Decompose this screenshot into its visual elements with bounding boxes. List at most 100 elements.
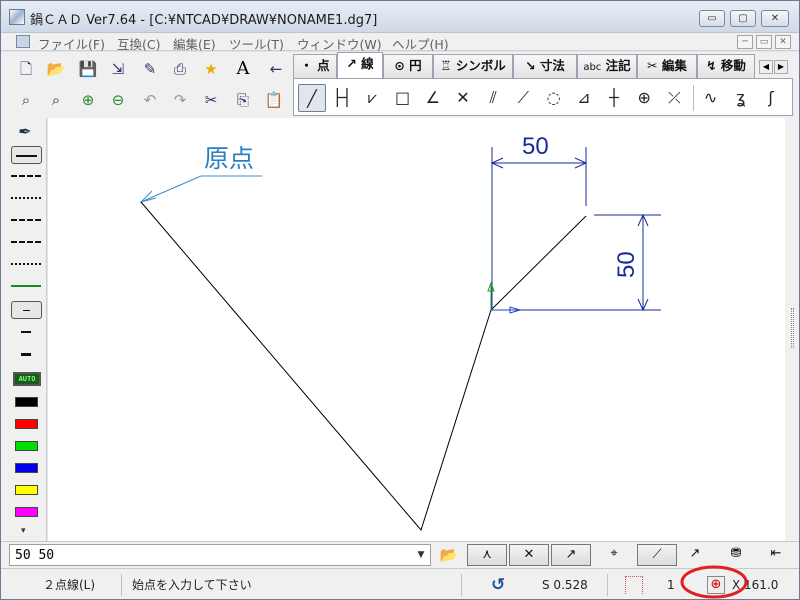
edit-icon: ✂ bbox=[647, 58, 658, 73]
tab-line[interactable]: ↗ 線 bbox=[337, 52, 383, 78]
circle-tangent-icon[interactable]: ◌ bbox=[540, 84, 568, 112]
tab-edit[interactable]: ✂ 編集 bbox=[637, 54, 697, 78]
wizard-icon[interactable]: ✎ bbox=[139, 58, 161, 80]
color-yellow-swatch[interactable] bbox=[15, 485, 38, 495]
freehand-icon[interactable]: ʃ bbox=[757, 84, 785, 112]
zoom-in-icon[interactable]: ⊕ bbox=[77, 89, 99, 111]
color-green-swatch[interactable] bbox=[15, 441, 38, 451]
back-arrow-icon[interactable]: ← bbox=[265, 58, 287, 80]
line-style-fine-dot-button[interactable] bbox=[11, 263, 41, 265]
parallel-line-icon[interactable]: ⫽ bbox=[479, 84, 507, 112]
center-mark-icon[interactable]: ⊕ bbox=[630, 84, 658, 112]
curve-icon[interactable]: ∿ bbox=[697, 84, 725, 112]
export-icon[interactable]: ⇲ bbox=[107, 58, 129, 80]
line-width-medium-button[interactable] bbox=[21, 331, 31, 333]
zoom-fit-icon[interactable]: ⌕ bbox=[45, 89, 67, 111]
color-magenta-swatch[interactable] bbox=[15, 507, 38, 517]
menu-tools[interactable]: ツール(T) bbox=[229, 34, 284, 53]
tab-dimension[interactable]: ↘ 寸法 bbox=[513, 54, 577, 78]
drawing-canvas[interactable]: 原点 50 50 bbox=[48, 118, 785, 541]
snap-onpoint-icon[interactable]: ↗ bbox=[551, 544, 591, 566]
color-black-swatch[interactable] bbox=[15, 397, 38, 407]
line-style-solid-button[interactable] bbox=[11, 146, 42, 164]
document-icon[interactable] bbox=[16, 35, 30, 48]
snap-midpoint-icon[interactable]: ⟋ bbox=[637, 544, 677, 566]
tab-scroll-right-icon[interactable]: ▶ bbox=[774, 60, 788, 74]
spline-icon[interactable]: ʓ bbox=[727, 84, 755, 112]
tangent-line-icon[interactable]: ⟋ bbox=[509, 84, 537, 112]
snap-intersection-icon[interactable]: ✕ bbox=[509, 544, 549, 566]
snap-extra-icon[interactable]: ⇤ bbox=[761, 544, 791, 566]
line-style-dot-button[interactable] bbox=[11, 197, 41, 199]
mdi-close-button[interactable]: ✕ bbox=[775, 35, 791, 49]
coordinate-input[interactable]: 50 50 ▼ bbox=[9, 544, 431, 566]
refresh-icon[interactable]: ↺ bbox=[491, 573, 505, 597]
command-separator bbox=[693, 85, 694, 111]
print-icon[interactable]: ⎙ bbox=[169, 58, 191, 80]
eyedropper-icon[interactable]: ✒ bbox=[15, 122, 35, 142]
star-icon[interactable]: ★ bbox=[200, 58, 222, 80]
menu-file[interactable]: ファイル(F) bbox=[38, 34, 105, 53]
trim-line-icon[interactable]: ⤫ bbox=[660, 84, 688, 112]
snap-lock-icon[interactable]: ⛃ bbox=[721, 544, 751, 566]
line-style-dash-button[interactable] bbox=[11, 175, 41, 177]
close-button[interactable]: ✕ bbox=[761, 10, 789, 27]
zoom-window-icon[interactable]: ⌕ bbox=[15, 89, 37, 111]
scroll-grip[interactable] bbox=[791, 308, 794, 348]
tab-label: 点 bbox=[317, 58, 330, 73]
chevron-down-icon[interactable]: ▼ bbox=[414, 547, 428, 563]
line-style-aux-button[interactable] bbox=[11, 285, 41, 287]
redo-icon[interactable]: ↷ bbox=[169, 89, 191, 111]
menu-help[interactable]: ヘルプ(H) bbox=[392, 34, 449, 53]
dimension-line-icon[interactable]: ├┤ bbox=[328, 84, 356, 112]
open-folder-icon[interactable]: 📂 bbox=[439, 546, 459, 564]
menu-compat[interactable]: 互換(C) bbox=[117, 34, 160, 53]
maximize-button[interactable]: ▢ bbox=[730, 10, 756, 27]
line-width-thin-button[interactable] bbox=[11, 301, 42, 319]
color-blue-swatch[interactable] bbox=[15, 463, 38, 473]
save-icon[interactable]: 💾 bbox=[77, 58, 99, 80]
line-width-thick-button[interactable] bbox=[21, 353, 31, 356]
app-icon bbox=[9, 9, 25, 25]
palette-scroll-down-icon[interactable]: ▾ bbox=[21, 526, 31, 536]
tab-annotation[interactable]: abc 注記 bbox=[577, 54, 637, 78]
tab-label: 移動 bbox=[720, 58, 746, 73]
symbol-icon: ♖ bbox=[440, 58, 452, 73]
vertical-scrollbar[interactable] bbox=[785, 118, 799, 541]
tab-circle[interactable]: ⊙ 円 bbox=[383, 54, 433, 78]
cut-icon[interactable]: ✂ bbox=[200, 89, 222, 111]
tab-symbol[interactable]: ♖ シンボル bbox=[433, 54, 513, 78]
angle-line-icon[interactable]: ∠ bbox=[419, 84, 447, 112]
mdi-restore-button[interactable]: ▭ bbox=[756, 35, 772, 49]
drawn-polyline bbox=[140, 201, 587, 532]
new-file-icon[interactable]: 🗋 bbox=[15, 58, 37, 80]
grid-icon[interactable] bbox=[625, 576, 643, 594]
tab-point[interactable]: ・ 点 bbox=[293, 54, 337, 78]
rectangle-icon[interactable]: □ bbox=[389, 84, 417, 112]
minimize-button[interactable]: ▭ bbox=[699, 10, 725, 27]
auto-color-button[interactable]: AUTO bbox=[13, 372, 41, 386]
zoom-out-icon[interactable]: ⊖ bbox=[107, 89, 129, 111]
menu-edit[interactable]: 編集(E) bbox=[173, 34, 216, 53]
line-style-chain-button[interactable] bbox=[11, 241, 41, 243]
paste-icon[interactable]: 📋 bbox=[263, 89, 285, 111]
cross-line-icon[interactable]: ✕ bbox=[449, 84, 477, 112]
menu-window[interactable]: ウィンドウ(W) bbox=[297, 34, 382, 53]
snap-center-icon[interactable]: ⌖ bbox=[599, 544, 629, 566]
snap-endpoint-icon[interactable]: ⋏ bbox=[467, 544, 507, 566]
bisector-icon[interactable]: ⊿ bbox=[570, 84, 598, 112]
tab-scroll-left-icon[interactable]: ◀ bbox=[759, 60, 773, 74]
open-folder-icon[interactable]: 📂 bbox=[45, 58, 67, 80]
line-style-dashdot-button[interactable] bbox=[11, 219, 41, 221]
text-font-icon[interactable]: A bbox=[232, 58, 254, 80]
copy-icon[interactable]: ⎘ bbox=[232, 89, 254, 111]
tab-move[interactable]: ↯ 移動 bbox=[697, 54, 755, 78]
center-cross-icon[interactable]: ┼ bbox=[600, 84, 628, 112]
polyline-icon[interactable]: ⩗ bbox=[358, 84, 386, 112]
color-red-swatch[interactable] bbox=[15, 419, 38, 429]
two-point-line-icon[interactable]: ╱ bbox=[298, 84, 326, 112]
app-window: 鍋ＣＡＤ Ver7.64 - [C:¥NTCAD¥DRAW¥NONAME1.dg… bbox=[0, 0, 800, 600]
undo-icon[interactable]: ↶ bbox=[139, 89, 161, 111]
snap-free-icon[interactable]: ↗ bbox=[680, 544, 710, 566]
mdi-minimize-button[interactable]: ─ bbox=[737, 35, 753, 49]
